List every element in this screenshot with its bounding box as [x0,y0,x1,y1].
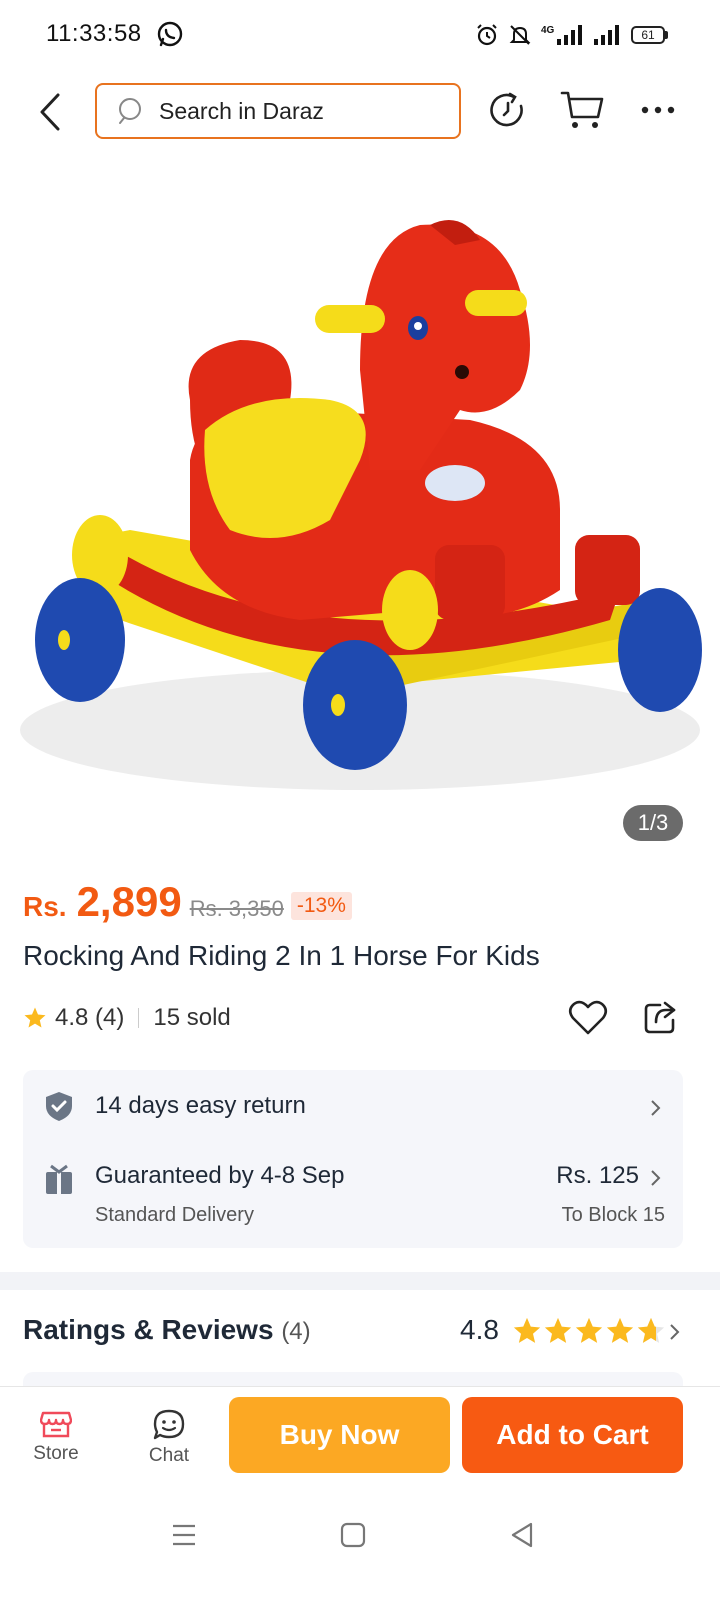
delivery-method: Standard Delivery [95,1204,254,1226]
cart-button[interactable] [559,86,607,134]
whatsapp-icon [157,21,183,47]
top-header [0,80,720,144]
rating-summary[interactable]: 4.8 (4) 15 sold [23,1000,231,1036]
bottom-action-bar: Store Chat Buy Now Add to Cart [0,1386,720,1490]
heart-icon [568,1000,608,1035]
chat-button[interactable]: Chat [129,1409,209,1479]
refresh-icon [490,92,523,127]
search-input[interactable] [159,97,439,125]
battery-icon: 61 [631,26,668,44]
status-bar: 11:33:58 4G 61 [0,0,720,70]
star-icon [544,1317,572,1343]
price-original: Rs. 3,350 [189,896,284,921]
chat-icon [153,1409,185,1440]
ratings-reviews-header[interactable]: Ratings & Reviews (4) 4.8 [23,1310,685,1354]
product-image [20,220,702,790]
product-image-carousel[interactable] [0,170,720,860]
star-rating [512,1316,666,1346]
alarm-icon [477,24,497,46]
share-icon [644,1001,676,1034]
sold-count: 15 sold [153,1004,231,1031]
back-button[interactable] [30,88,70,136]
rating-value: 4.8 [55,1004,89,1031]
price-row: Rs. 2,899 Rs. 3,350 -13% [23,878,352,928]
status-icons: 4G 61 [475,20,668,50]
home-square-icon [340,1522,366,1548]
discount-badge: -13% [290,892,352,920]
chevron-right-icon [651,1170,661,1186]
store-button[interactable]: Store [16,1409,96,1479]
delivery-row[interactable]: Guaranteed by 4-8 Sep Standard Delivery … [23,1144,683,1248]
refresh-button[interactable] [484,86,532,134]
system-nav-bar [0,1490,720,1600]
signal-icon [594,25,619,45]
rating-count: (4) [95,1004,125,1031]
reviews-score: 4.8 [460,1314,499,1345]
search-bar[interactable] [95,83,461,139]
battery-level: 61 [631,26,665,44]
signal-4g-icon: 4G [541,25,582,45]
star-icon [24,1007,46,1028]
section-divider [0,1272,720,1290]
star-icon [513,1317,541,1343]
share-button[interactable] [638,996,682,1040]
delivery-card: 14 days easy return Guaranteed by 4-8 Se… [23,1070,683,1248]
recents-button[interactable] [154,1510,214,1560]
star-icon [606,1317,634,1343]
home-button[interactable] [323,1510,383,1560]
store-icon [40,1411,72,1438]
menu-lines-icon [173,1524,195,1546]
divider [138,1008,140,1028]
add-to-cart-button[interactable]: Add to Cart [462,1397,683,1473]
more-dots-icon [641,106,675,114]
svg-text:4G: 4G [541,25,555,36]
back-triangle-icon [511,1522,533,1548]
return-text: 14 days easy return [95,1092,306,1119]
chat-label: Chat [148,1445,190,1466]
wishlist-button[interactable] [566,996,610,1040]
package-icon [46,1164,72,1194]
delivery-fee: Rs. 125 [556,1162,639,1189]
price-currency: Rs. [23,891,67,922]
star-half-icon [637,1317,665,1343]
return-policy-row[interactable]: 14 days easy return [23,1070,683,1144]
chevron-left-icon [40,93,60,131]
cart-icon [560,91,604,128]
shield-check-icon [46,1092,72,1121]
product-title: Rocking And Riding 2 In 1 Horse For Kids [23,940,540,971]
star-icon [575,1317,603,1343]
reviews-count: (4) [281,1318,311,1345]
price-current: 2,899 [76,878,182,925]
ratings-reviews-title: Ratings & Reviews (4) [23,1314,311,1346]
buy-now-button[interactable]: Buy Now [229,1397,450,1473]
store-label: Store [33,1443,79,1464]
chevron-right-icon [670,1324,680,1340]
status-time: 11:33:58 [46,20,142,47]
mute-bell-icon [509,25,531,45]
image-counter: 1/3 [623,805,683,841]
search-icon [119,98,141,124]
more-options-button[interactable] [634,86,682,134]
delivery-destination: To Block 15 [561,1204,665,1226]
reviews-title-text: Ratings & Reviews [23,1314,274,1345]
back-nav-button[interactable] [492,1510,552,1560]
delivery-guarantee: Guaranteed by 4-8 Sep [95,1162,345,1189]
chevron-right-icon [651,1100,661,1116]
